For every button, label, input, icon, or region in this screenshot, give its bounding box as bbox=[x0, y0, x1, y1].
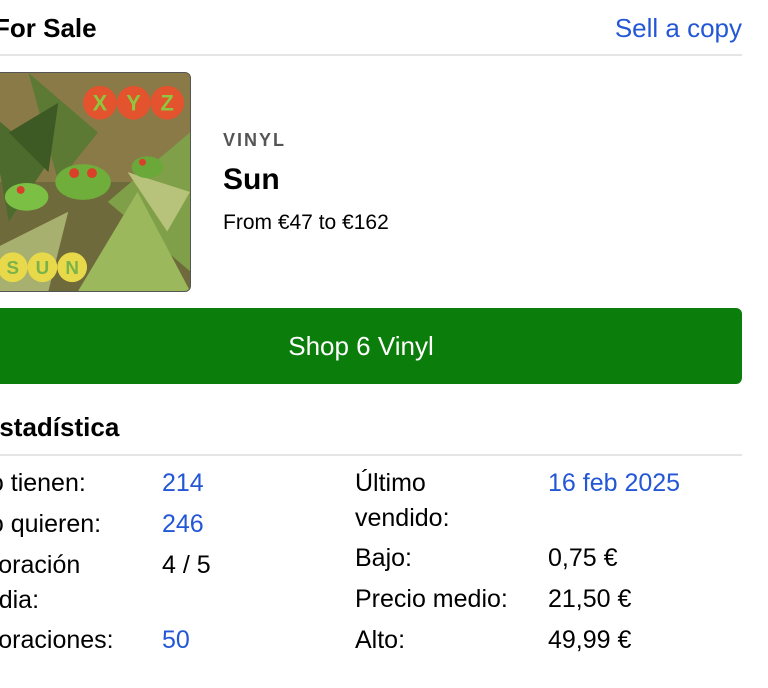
cover-letter-u: U bbox=[36, 257, 50, 278]
stat-label-low: Bajo: bbox=[355, 544, 412, 572]
stat-value-last-sold[interactable]: 16 feb 2025 bbox=[548, 466, 680, 501]
section-title: For Sale bbox=[0, 13, 97, 43]
cover-letter-x: X bbox=[93, 91, 108, 116]
statistics-header: Estadística bbox=[0, 398, 742, 456]
cover-letter-z: Z bbox=[161, 91, 174, 116]
stat-label-avg-rating: Valoración bbox=[0, 551, 81, 579]
price-range: From €47 to €162 bbox=[223, 211, 389, 234]
format-label: VINYL bbox=[223, 130, 287, 150]
stat-label-median: Precio medio: bbox=[355, 585, 508, 613]
stat-label-last-sold-line2: vendido: bbox=[355, 504, 450, 532]
cover-letter-y: Y bbox=[126, 91, 141, 116]
shop-vinyl-button[interactable]: Shop 6 Vinyl bbox=[0, 308, 742, 384]
for-sale-header: For Sale Sell a copy bbox=[0, 0, 742, 56]
stat-label-high: Alto: bbox=[355, 626, 406, 654]
stat-value-low: 0,75 € bbox=[548, 544, 618, 572]
stat-label-last-sold: Último bbox=[355, 469, 426, 497]
stat-value-have[interactable]: 214 bbox=[162, 466, 204, 501]
stat-label-avg-rating-line2: media: bbox=[0, 586, 40, 614]
stat-value-want[interactable]: 246 bbox=[162, 507, 204, 542]
stat-value-ratings[interactable]: 50 bbox=[162, 623, 190, 658]
statistics-title: Estadística bbox=[0, 412, 120, 442]
sell-a-copy-link[interactable]: Sell a copy bbox=[615, 13, 742, 44]
stat-label-have: Lo tienen: bbox=[0, 469, 86, 497]
stat-label-want: Lo quieren: bbox=[0, 510, 102, 538]
cover-letter-n: N bbox=[65, 257, 79, 278]
stat-value-high: 49,99 € bbox=[548, 626, 632, 654]
release-title[interactable]: Sun bbox=[223, 163, 280, 197]
album-cover[interactable]: X Y Z S U N bbox=[0, 72, 191, 292]
cover-letter-s: S bbox=[6, 257, 19, 278]
stat-value-median: 21,50 € bbox=[548, 585, 632, 613]
album-cover-art: X Y Z S U N bbox=[0, 73, 190, 291]
stat-value-avg-rating: 4 / 5 bbox=[162, 551, 211, 579]
stat-label-ratings: Valoraciones: bbox=[0, 626, 114, 654]
